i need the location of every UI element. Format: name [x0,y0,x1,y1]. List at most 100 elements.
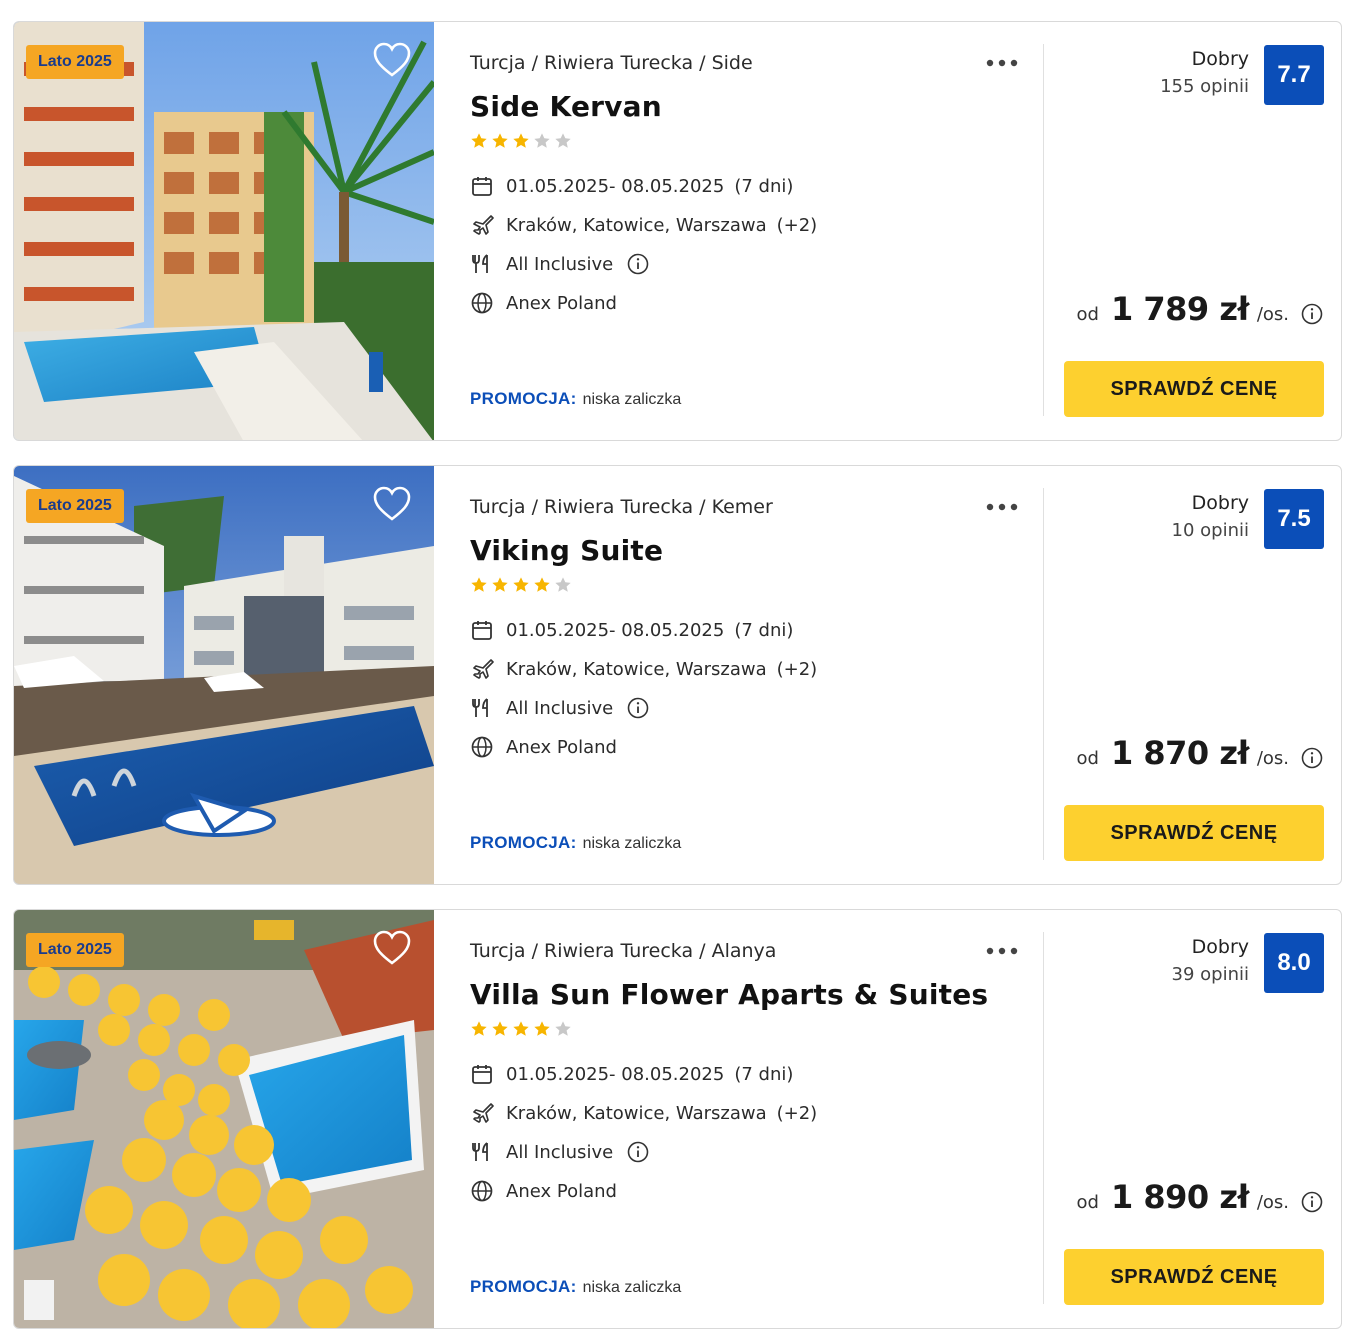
calendar-icon [470,1062,494,1086]
rating-count[interactable]: 155 opinii [1160,76,1249,97]
board-row: All Inclusive [470,251,649,277]
price: od 1 870 zł /os. [1077,734,1289,772]
divider [1043,44,1044,416]
hotel-name[interactable]: Viking Suite [470,534,663,567]
info-icon[interactable] [1301,1191,1323,1213]
star-filled-icon [471,133,487,148]
departures-more[interactable]: (+2) [777,659,818,680]
offer-info: Turcja / Riwiera Turecka / Alanya Villa … [470,910,1030,1328]
operator-text: Anex Poland [506,736,617,758]
cutlery-icon [470,252,494,276]
offer-card[interactable]: Lato 2025 Turcja / Riwiera Turecka / Sid… [13,21,1342,441]
info-icon[interactable] [1301,303,1323,325]
promotion-value: niska zaliczka [582,391,682,408]
info-icon[interactable] [627,697,649,719]
info-icon[interactable] [627,253,649,275]
offer-card[interactable]: Lato 2025 Turcja / Riwiera Turecka / Ala… [13,909,1342,1329]
hotel-name[interactable]: Villa Sun Flower Aparts & Suites [470,978,988,1011]
rating-word: Dobry [1191,936,1249,958]
price-value: 1 789 zł [1110,290,1249,328]
price: od 1 789 zł /os. [1077,290,1289,328]
star-empty-icon [555,1021,571,1036]
rating-score: 8.0 [1264,933,1324,993]
location-breadcrumb[interactable]: Turcja / Riwiera Turecka / Kemer [470,496,773,518]
star-empty-icon [534,133,550,148]
cutlery-icon [470,1140,494,1164]
dates-row: 01.05.2025- 08.05.2025 (7 dni) [470,1061,793,1087]
more-dots-icon[interactable] [984,496,1020,518]
divider [1043,488,1044,860]
info-icon[interactable] [627,1141,649,1163]
divider [1043,932,1044,1304]
heart-outline-icon[interactable] [372,930,412,966]
heart-outline-icon[interactable] [372,486,412,522]
promotion-label: PROMOCJA: [470,389,577,408]
star-filled-icon [471,1021,487,1036]
dates-row: 01.05.2025- 08.05.2025 (7 dni) [470,173,793,199]
operator-row: Anex Poland [470,734,617,760]
hotel-photo[interactable]: Lato 2025 [14,466,434,884]
calendar-icon [470,618,494,642]
offer-info: Turcja / Riwiera Turecka / Side Side Ker… [470,22,1030,440]
star-filled-icon [513,577,529,592]
price: od 1 890 zł /os. [1077,1178,1289,1216]
price-prefix: od [1076,304,1099,325]
board-row: All Inclusive [470,695,649,721]
star-rating [470,132,572,152]
heart-outline-icon[interactable] [372,42,412,78]
location-breadcrumb[interactable]: Turcja / Riwiera Turecka / Alanya [470,940,776,962]
offer-card[interactable]: Lato 2025 Turcja / Riwiera Turecka / Kem… [13,465,1342,885]
departures-text: Kraków, Katowice, Warszawa [506,658,767,680]
star-filled-icon [492,1021,508,1036]
more-dots-icon[interactable] [984,940,1020,962]
departures-row: Kraków, Katowice, Warszawa (+2) [470,1100,817,1126]
departures-text: Kraków, Katowice, Warszawa [506,1102,767,1124]
season-badge: Lato 2025 [26,45,124,79]
operator-row: Anex Poland [470,1178,617,1204]
hotel-photo[interactable]: Lato 2025 [14,22,434,440]
info-icon[interactable] [1301,747,1323,769]
dates-text: 01.05.2025- 08.05.2025 [506,619,725,641]
operator-row: Anex Poland [470,290,617,316]
price-suffix: /os. [1256,748,1289,769]
departures-more[interactable]: (+2) [777,1103,818,1124]
price-value: 1 890 zł [1110,1178,1249,1216]
location-breadcrumb[interactable]: Turcja / Riwiera Turecka / Side [470,52,753,74]
season-badge: Lato 2025 [26,489,124,523]
check-price-button[interactable]: SPRAWDŹ CENĘ [1064,1249,1324,1305]
globe-icon [470,1179,494,1203]
rating-count[interactable]: 10 opinii [1172,520,1249,541]
offer-list: Lato 2025 Turcja / Riwiera Turecka / Sid… [0,0,1350,1338]
hotel-photo[interactable]: Lato 2025 [14,910,434,1328]
duration-text: (7 dni) [734,619,794,641]
price-prefix: od [1076,748,1099,769]
check-price-button[interactable]: SPRAWDŹ CENĘ [1064,805,1324,861]
dates-row: 01.05.2025- 08.05.2025 (7 dni) [470,617,793,643]
hotel-name[interactable]: Side Kervan [470,90,662,123]
season-badge: Lato 2025 [26,933,124,967]
board-text: All Inclusive [506,697,614,719]
star-rating [470,1020,572,1040]
promotion: PROMOCJA: niska zaliczka [470,833,681,853]
board-text: All Inclusive [506,1141,614,1163]
promotion-value: niska zaliczka [582,1279,682,1296]
promotion-value: niska zaliczka [582,835,682,852]
cutlery-icon [470,696,494,720]
globe-icon [470,735,494,759]
plane-icon [470,1101,494,1125]
departures-row: Kraków, Katowice, Warszawa (+2) [470,212,817,238]
star-filled-icon [471,577,487,592]
star-filled-icon [513,1021,529,1036]
departures-more[interactable]: (+2) [777,215,818,236]
price-suffix: /os. [1256,304,1289,325]
more-dots-icon[interactable] [984,52,1020,74]
plane-icon [470,657,494,681]
star-filled-icon [492,577,508,592]
rating-count[interactable]: 39 opinii [1172,964,1249,985]
rating-score: 7.7 [1264,45,1324,105]
star-filled-icon [513,133,529,148]
check-price-button[interactable]: SPRAWDŹ CENĘ [1064,361,1324,417]
departures-text: Kraków, Katowice, Warszawa [506,214,767,236]
plane-icon [470,213,494,237]
star-rating [470,576,572,596]
